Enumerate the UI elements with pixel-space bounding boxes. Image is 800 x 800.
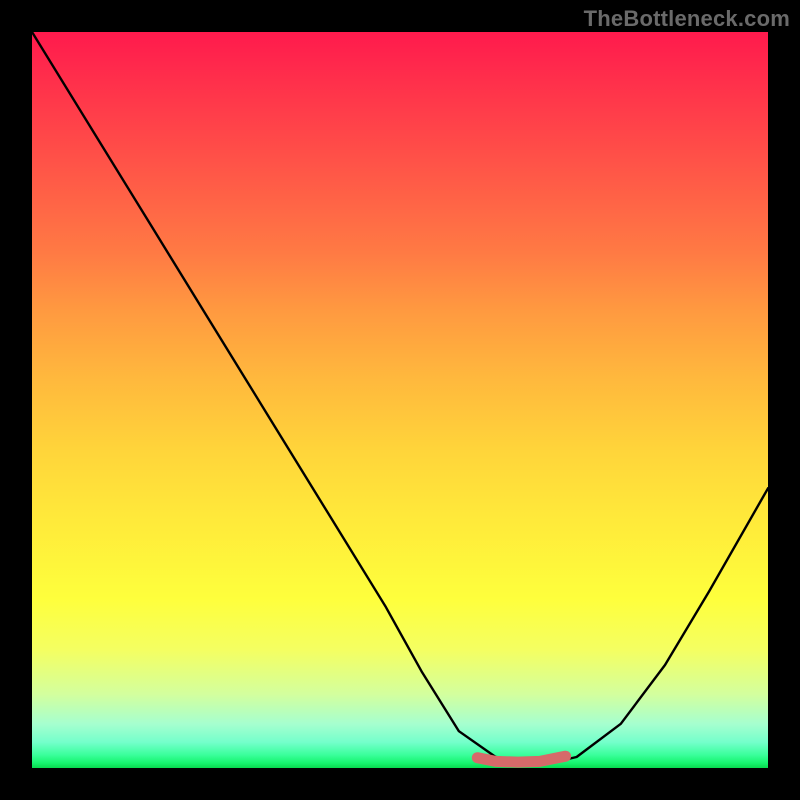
curve-layer <box>32 32 768 768</box>
watermark-text: TheBottleneck.com <box>584 6 790 32</box>
plot-area <box>32 32 768 768</box>
bottleneck-curve <box>32 32 768 762</box>
chart-frame: TheBottleneck.com <box>0 0 800 800</box>
bottleneck-highlight <box>477 756 565 762</box>
